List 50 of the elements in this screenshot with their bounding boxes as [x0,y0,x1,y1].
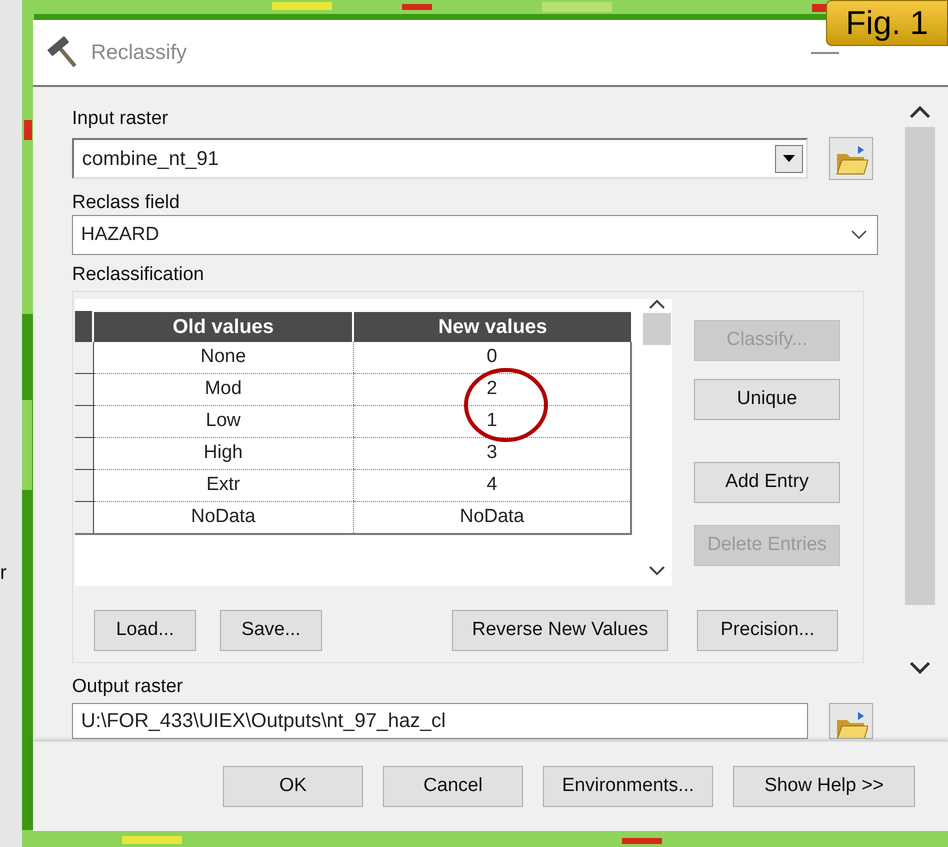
row-selector[interactable] [75,374,93,406]
section-label: Reclassification [72,263,205,287]
table-button[interactable]: Reverse New Values [452,610,668,651]
table-cell: 0 [353,342,631,374]
input-raster-dropdown[interactable]: combine_nt_91 [72,138,808,179]
column-header: Old values [93,312,354,342]
row-selector[interactable] [75,342,93,374]
reclass-field-select[interactable]: HAZARD [72,215,878,255]
row-selector[interactable] [75,470,93,502]
field-label: Output raster [72,675,184,699]
field-label: Input raster [72,107,170,131]
side-button[interactable]: Add Entry [694,462,840,503]
table-cell: 4 [353,470,631,502]
output-raster-field[interactable]: U:\FOR_433\UIEX\Outputs\nt_97_haz_cl [72,703,808,739]
scroll-up-icon [909,105,931,119]
window-title: Reclassify [91,40,187,66]
dialog-button[interactable]: Environments... [543,766,713,807]
scroll-thumb[interactable] [905,127,935,605]
dialog-button[interactable]: Cancel [383,766,523,807]
table-cell: Extr [93,470,354,502]
table-button[interactable]: Save... [220,610,322,651]
background-text: r [0,561,7,586]
scroll-down-icon [909,661,931,675]
dialog-button[interactable]: Show Help >> [733,766,915,807]
table-cell: 3 [353,438,631,470]
scroll-thumb[interactable] [643,313,671,345]
row-selector[interactable] [75,438,93,470]
dropdown-arrow-icon [783,154,796,162]
table-cell: None [93,342,354,374]
chevron-down-icon [851,230,867,240]
table-cell: NoData [353,502,631,534]
row-selector[interactable] [75,502,93,534]
field-label: Reclass field [72,191,181,215]
table-cell: Mod [93,374,354,406]
table-cell: Low [93,406,354,438]
scroll-down-icon [649,566,665,576]
minimize-button[interactable] [811,52,839,54]
dialog-button[interactable]: OK [223,766,363,807]
table-cell: High [93,438,354,470]
table-cell: 2 [353,374,631,406]
open-folder-button[interactable] [829,137,873,180]
scroll-up-icon [649,299,665,309]
open-folder-button[interactable] [829,703,873,739]
table-button[interactable]: Load... [94,610,196,651]
table-cell: NoData [93,502,354,534]
table-cell: 1 [353,406,631,438]
table-button[interactable]: Precision... [697,610,838,651]
row-selector[interactable] [75,406,93,438]
column-header: New values [353,312,631,342]
side-button[interactable]: Unique [694,379,840,420]
